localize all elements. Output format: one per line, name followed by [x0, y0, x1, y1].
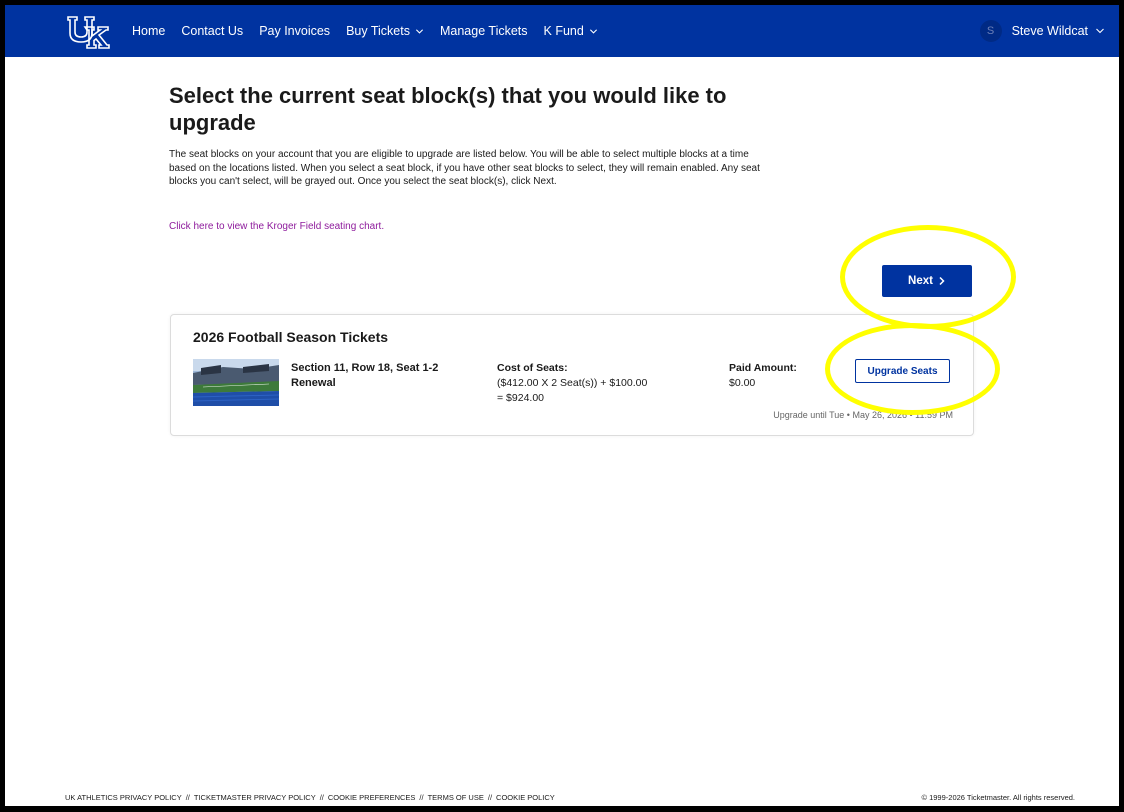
cost-total: = $924.00: [497, 392, 545, 404]
copyright: © 1999-2026 Ticketmaster. All rights res…: [921, 793, 1075, 802]
nav-home[interactable]: Home: [132, 24, 165, 38]
footer-separator: //: [319, 793, 324, 802]
footer-separator: //: [185, 793, 190, 802]
paid-amount: Paid Amount: $0.00: [729, 361, 797, 391]
nav-pay-invoices[interactable]: Pay Invoices: [259, 24, 330, 38]
seat-location: Section 11, Row 18, Seat 1-2: [291, 362, 439, 374]
nav-contact-us[interactable]: Contact Us: [181, 24, 243, 38]
paid-label: Paid Amount:: [729, 362, 797, 374]
user-menu[interactable]: S Steve Wildcat: [979, 5, 1105, 57]
page-frame: Home Contact Us Pay Invoices Buy Tickets…: [0, 0, 1124, 812]
footer-links: UK ATHLETICS PRIVACY POLICY // TICKETMAS…: [65, 793, 555, 802]
nav-buy-tickets[interactable]: Buy Tickets: [346, 24, 424, 38]
chevron-down-icon: [415, 28, 424, 34]
footer-separator: //: [419, 793, 424, 802]
upgrade-seats-button[interactable]: Upgrade Seats: [855, 359, 950, 383]
nav-manage-tickets-label: Manage Tickets: [439, 24, 528, 38]
paid-value: $0.00: [729, 377, 756, 389]
chevron-down-icon: [589, 28, 597, 34]
cost-formula: ($412.00 X 2 Seat(s)) + $100.00: [497, 377, 648, 389]
chevron-right-icon: [939, 276, 945, 286]
nav-k-fund-label: K Fund: [543, 24, 584, 38]
seat-block-card[interactable]: 2026 Football Season Tickets Section 11,…: [170, 314, 974, 436]
nav-manage-tickets[interactable]: Manage Tickets: [440, 24, 528, 38]
footer-terms-link[interactable]: TERMS OF USE: [428, 793, 484, 802]
footer-separator: //: [487, 793, 493, 802]
card-title: 2026 Football Season Tickets: [193, 329, 389, 345]
stadium-thumbnail: [193, 359, 279, 406]
nav-contact-us-label: Contact Us: [181, 24, 244, 38]
uk-logo[interactable]: [65, 15, 113, 49]
seat-status: Renewal: [291, 377, 336, 389]
seat-info: Section 11, Row 18, Seat 1-2 Renewal: [291, 361, 438, 391]
nav-home-label: Home: [132, 24, 166, 38]
cost-label: Cost of Seats:: [497, 362, 568, 374]
chevron-down-icon: [1096, 28, 1104, 34]
top-nav: Home Contact Us Pay Invoices Buy Tickets…: [5, 5, 1119, 57]
avatar-initial: S: [986, 25, 995, 37]
avatar: S: [979, 20, 1002, 42]
next-button[interactable]: Next: [882, 265, 972, 297]
upgrade-deadline: Upgrade until Tue • May 26, 2026 • 11:59…: [773, 410, 953, 420]
footer-tm-privacy-link[interactable]: TICKETMASTER PRIVACY POLICY: [194, 793, 316, 802]
footer-cookie-policy-link[interactable]: COOKIE POLICY: [496, 793, 555, 802]
nav-k-fund[interactable]: K Fund: [544, 24, 598, 38]
footer-uk-privacy-link[interactable]: UK ATHLETICS PRIVACY POLICY: [65, 793, 182, 802]
intro-text: The seat blocks on your account that you…: [169, 149, 760, 187]
next-button-label: Next: [908, 275, 933, 287]
seating-chart-link[interactable]: Click here to view the Kroger Field seat…: [169, 221, 384, 232]
user-name: Steve Wildcat: [1011, 24, 1088, 38]
nav-menu: Home Contact Us Pay Invoices Buy Tickets…: [132, 5, 614, 57]
footer-cookie-preferences-link[interactable]: COOKIE PREFERENCES: [328, 793, 416, 802]
page-title: Select the current seat block(s) that yo…: [169, 83, 727, 135]
nav-buy-tickets-label: Buy Tickets: [346, 24, 410, 38]
nav-pay-invoices-label: Pay Invoices: [259, 24, 331, 38]
cost-of-seats: Cost of Seats: ($412.00 X 2 Seat(s)) + $…: [497, 361, 647, 406]
